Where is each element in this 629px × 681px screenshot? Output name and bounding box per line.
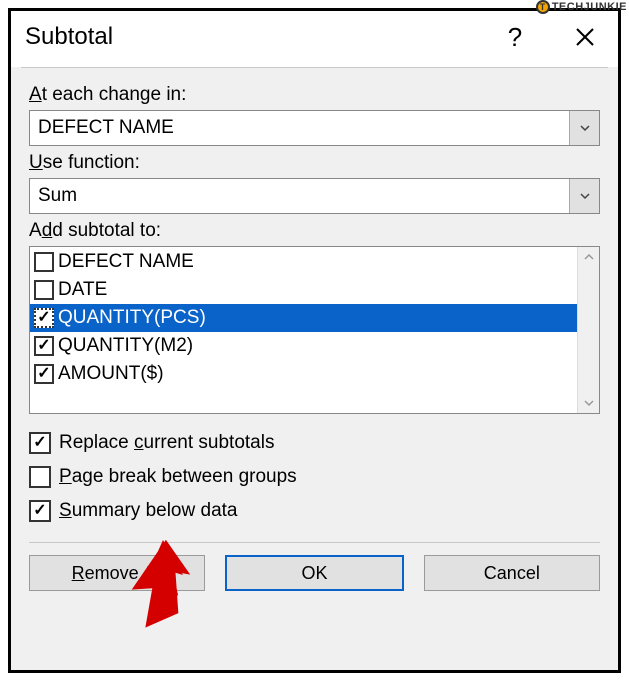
subtotal-dialog: Subtotal ? At each change in: DEFECT NAM… (8, 8, 621, 673)
list-item[interactable]: QUANTITY(M2) (30, 332, 577, 360)
checkbox-icon (34, 364, 54, 384)
list-item-label: QUANTITY(PCS) (58, 307, 206, 329)
option-replace-current[interactable]: Replace current subtotals (29, 432, 600, 454)
option-replace-label: Replace current subtotals (59, 432, 274, 454)
checkbox-icon (34, 252, 54, 272)
checkbox-icon (34, 308, 54, 328)
ok-button-label: OK (301, 563, 327, 584)
list-item-label: DEFECT NAME (58, 251, 194, 273)
button-separator (29, 542, 600, 543)
watermark: T TECHJUNKIE (536, 0, 627, 14)
option-summary-label: Summary below data (59, 500, 237, 522)
option-summary-below[interactable]: Summary below data (29, 500, 600, 522)
chevron-down-icon (583, 397, 595, 409)
cancel-button-label: Cancel (484, 563, 540, 584)
list-item[interactable]: DEFECT NAME (30, 248, 577, 276)
cancel-button[interactable]: Cancel (424, 555, 600, 591)
combo-change-in[interactable]: DEFECT NAME (29, 110, 600, 146)
checkbox-icon (34, 280, 54, 300)
list-item[interactable]: QUANTITY(PCS) (30, 304, 577, 332)
ok-button[interactable]: OK (225, 555, 403, 591)
watermark-text: TECHJUNKIE (552, 1, 627, 13)
combo-change-in-dropdown[interactable] (569, 111, 599, 145)
label-change-in: At each change in: (29, 84, 600, 106)
listbox-scrollbar[interactable] (577, 247, 599, 413)
list-items: DEFECT NAME DATE QUANTITY(PCS) QUANTITY(M2)… (30, 247, 577, 413)
watermark-icon: T (536, 0, 550, 14)
combo-change-in-value: DEFECT NAME (30, 111, 569, 145)
combo-use-function-value: Sum (30, 179, 569, 213)
checkbox-icon (29, 466, 51, 488)
option-page-break-label: Page break between groups (59, 466, 297, 488)
dialog-body: At each change in: DEFECT NAME Use funct… (11, 68, 618, 670)
remove-all-button[interactable]: Remove All (29, 555, 205, 591)
combo-use-function-dropdown[interactable] (569, 179, 599, 213)
list-item-label: QUANTITY(M2) (58, 335, 193, 357)
list-item[interactable]: AMOUNT($) (30, 360, 577, 388)
checkbox-icon (34, 336, 54, 356)
checkbox-icon (29, 500, 51, 522)
combo-use-function[interactable]: Sum (29, 178, 600, 214)
label-use-function: Use function: (29, 152, 600, 174)
option-page-break[interactable]: Page break between groups (29, 466, 600, 488)
list-item-label: DATE (58, 279, 107, 301)
chevron-up-icon (583, 251, 595, 263)
chevron-down-icon (579, 190, 591, 202)
title-bar: Subtotal ? (11, 11, 618, 67)
chevron-down-icon (579, 122, 591, 134)
close-icon (575, 27, 595, 47)
label-add-subtotal: Add subtotal to: (29, 220, 600, 242)
checkbox-icon (29, 432, 51, 454)
add-subtotal-listbox[interactable]: DEFECT NAME DATE QUANTITY(PCS) QUANTITY(M2)… (29, 246, 600, 414)
list-item[interactable]: DATE (30, 276, 577, 304)
button-row: Remove All OK Cancel (29, 555, 600, 591)
help-button[interactable]: ? (492, 19, 538, 55)
close-button[interactable] (562, 19, 608, 55)
list-item-label: AMOUNT($) (58, 363, 164, 385)
dialog-title: Subtotal (25, 23, 492, 51)
